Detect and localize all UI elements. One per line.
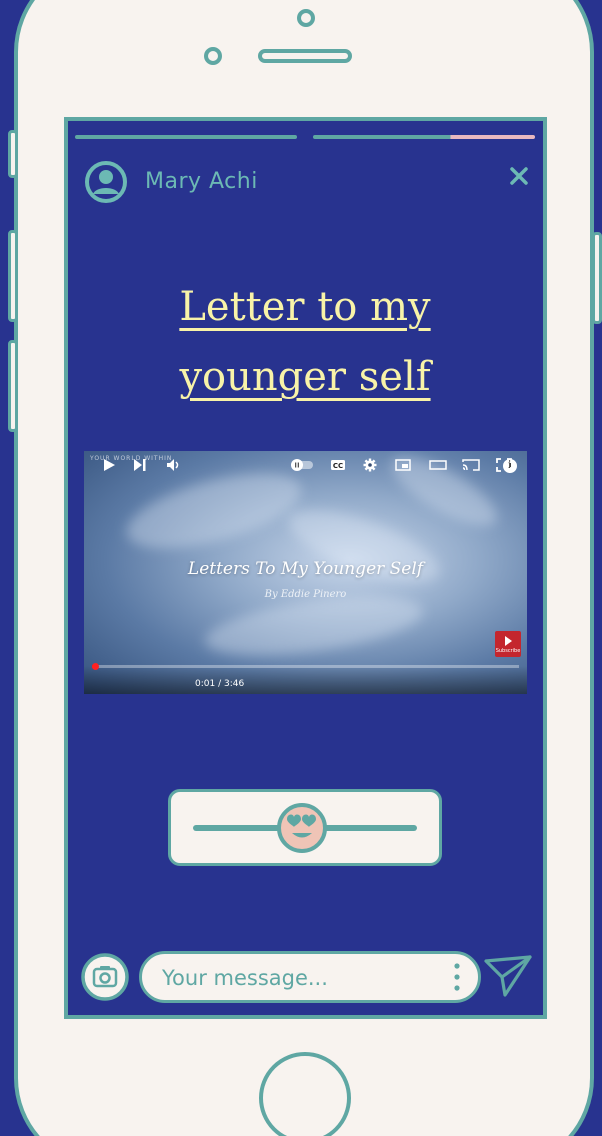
stage: Mary Achi Letter to my younger self YOUR… — [0, 0, 602, 1136]
next-icon[interactable] — [133, 458, 147, 472]
close-icon[interactable] — [505, 162, 533, 190]
video-frame-texture — [119, 458, 309, 564]
autoplay-toggle-icon[interactable] — [290, 458, 314, 472]
side-button-volume-up[interactable] — [8, 230, 18, 322]
side-button-mute[interactable] — [8, 130, 18, 178]
theater-mode-icon[interactable] — [429, 458, 447, 472]
video-subtitle-overlay: By Eddie Pinero — [264, 589, 347, 600]
heart-eyes-emoji-icon[interactable] — [276, 802, 328, 854]
story-title: Letter to my younger self — [179, 284, 431, 400]
video-controls-bar — [84, 666, 527, 694]
volume-icon[interactable] — [166, 458, 182, 472]
captions-icon[interactable]: CC — [330, 458, 346, 472]
camera-icon[interactable] — [80, 952, 130, 1002]
video-player[interactable]: YOUR WORLD WITHIN i Letters To My Younge… — [84, 451, 527, 694]
more-options-icon[interactable] — [450, 960, 464, 994]
settings-gear-icon[interactable] — [363, 458, 377, 472]
story-username[interactable]: Mary Achi — [145, 169, 258, 194]
subscribe-button[interactable]: Subscribe — [495, 631, 521, 657]
side-button-power[interactable] — [592, 232, 602, 324]
miniplayer-icon[interactable] — [395, 458, 411, 472]
video-scrubber-handle[interactable] — [92, 663, 99, 670]
home-button[interactable] — [259, 1052, 351, 1136]
cast-icon[interactable] — [462, 458, 480, 472]
message-input[interactable] — [160, 962, 444, 994]
story-progress-segment-1 — [75, 135, 297, 139]
play-icon[interactable] — [102, 458, 116, 472]
side-button-volume-down[interactable] — [8, 340, 18, 432]
video-progress-bar[interactable] — [92, 663, 519, 670]
front-camera-icon — [204, 47, 222, 65]
user-avatar-icon[interactable] — [84, 160, 128, 204]
video-frame-texture — [280, 495, 448, 597]
subscribe-label: Subscribe — [495, 648, 521, 654]
svg-text:CC: CC — [333, 462, 343, 470]
video-title-overlay: Letters To My Younger Self — [187, 559, 424, 579]
send-icon[interactable] — [483, 953, 533, 999]
speaker-grille — [258, 49, 352, 63]
youtube-logo-icon — [504, 636, 512, 646]
story-progress-segment-2 — [313, 135, 535, 139]
message-field-container — [139, 951, 481, 1003]
top-sensor-icon — [297, 9, 315, 27]
fullscreen-icon[interactable] — [496, 458, 512, 472]
video-time: 0:01 / 3:46 — [195, 679, 245, 689]
